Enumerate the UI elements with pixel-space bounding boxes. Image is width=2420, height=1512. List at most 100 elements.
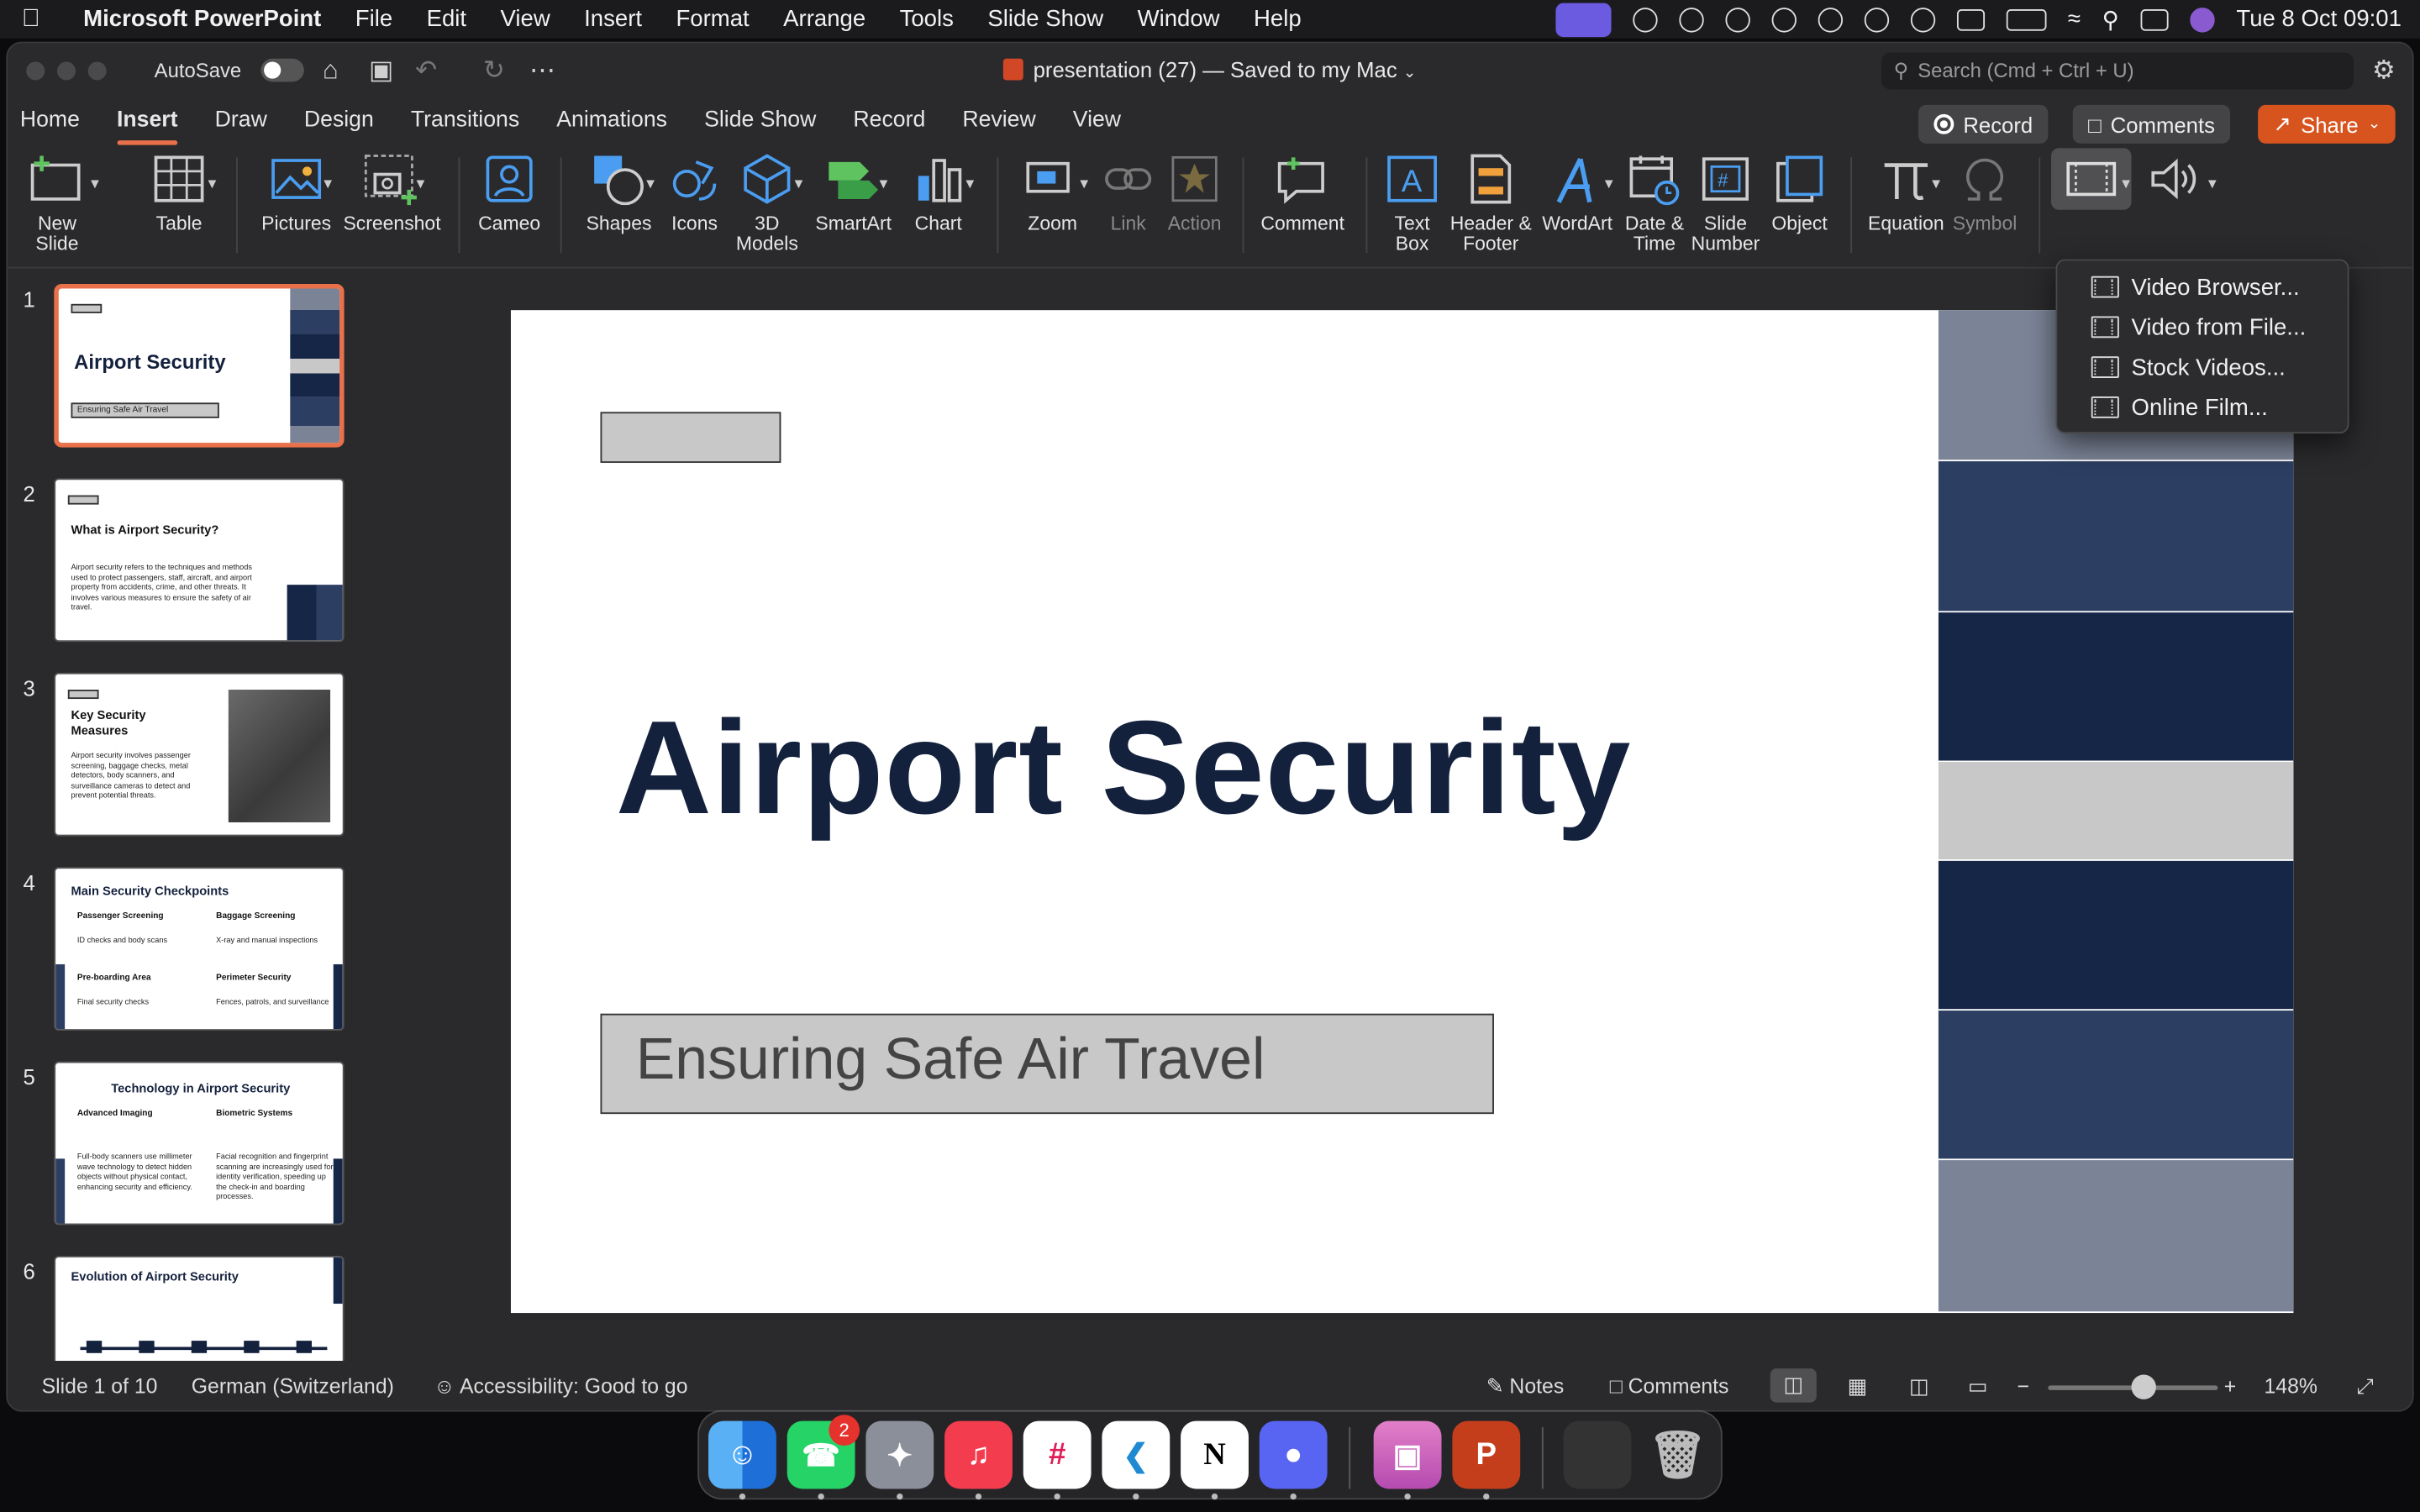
slide-thumbnails-panel[interactable]: 1 Airport Security Ensuring Safe Air Tra… bbox=[8, 271, 376, 1361]
text-box-button[interactable]: A Text Box bbox=[1378, 148, 1446, 255]
new-slide-button[interactable]: New Slide bbox=[17, 148, 97, 255]
menu-view[interactable]: View bbox=[483, 6, 567, 32]
discord-icon[interactable]: ● bbox=[1259, 1420, 1328, 1489]
tab-record[interactable]: Record bbox=[834, 99, 944, 145]
slide-subtitle[interactable]: Ensuring Safe Air Travel bbox=[636, 1027, 1265, 1094]
trash-icon[interactable]: 🗑 bbox=[1644, 1421, 1712, 1489]
accessibility-status[interactable]: ☺ Accessibility: Good to go bbox=[434, 1375, 687, 1399]
control-center-icon[interactable] bbox=[2140, 8, 2169, 30]
vpn-icon[interactable] bbox=[1910, 7, 1935, 32]
apple-menu-icon[interactable]:  bbox=[0, 5, 61, 33]
normal-view-icon[interactable]: ◫ bbox=[1770, 1368, 1817, 1403]
airpods-icon[interactable] bbox=[1818, 7, 1843, 32]
menu-online-film[interactable]: Online Film... bbox=[2057, 387, 2347, 428]
wifi-icon[interactable]: ≈ bbox=[2068, 6, 2081, 32]
audio-button[interactable] bbox=[2144, 148, 2205, 209]
chevron-down-icon[interactable]: ▼ bbox=[1929, 176, 1943, 191]
record-button[interactable]: Record bbox=[1918, 104, 2049, 144]
tab-view[interactable]: View bbox=[1055, 99, 1139, 145]
slide-sorter-icon[interactable]: ▦ bbox=[1848, 1375, 1867, 1399]
zoom-out-icon[interactable]: − bbox=[2018, 1375, 2029, 1399]
share-people-icon[interactable]: ⚙ bbox=[2372, 55, 2396, 87]
chevron-down-icon[interactable]: ▼ bbox=[88, 176, 102, 191]
thumbnail-slide-2[interactable]: What is Airport Security? Airport securi… bbox=[54, 478, 345, 643]
action-button[interactable]: Action bbox=[1159, 148, 1229, 234]
tab-insert[interactable]: Insert bbox=[98, 99, 197, 145]
screen-share-icon[interactable] bbox=[1555, 2, 1612, 37]
tab-home[interactable]: Home bbox=[8, 99, 98, 145]
chevron-down-icon[interactable]: ▼ bbox=[876, 176, 890, 191]
clock[interactable]: Tue 8 Oct 09:01 bbox=[2236, 6, 2402, 32]
notes-button[interactable]: ✎ Notes bbox=[1486, 1375, 1564, 1399]
current-slide[interactable]: Airport Security Ensuring Safe Air Trave… bbox=[510, 310, 2294, 1314]
slide-tag-placeholder[interactable] bbox=[600, 412, 781, 464]
thumbnail-slide-5[interactable]: Technology in Airport Security Advanced … bbox=[54, 1061, 345, 1226]
menu-edit[interactable]: Edit bbox=[409, 6, 483, 32]
notion-icon[interactable]: N bbox=[1181, 1420, 1249, 1489]
tab-animations[interactable]: Animations bbox=[538, 99, 686, 145]
symbol-button[interactable]: Symbol bbox=[1949, 148, 2020, 234]
tab-slide-show[interactable]: Slide Show bbox=[686, 99, 834, 145]
tab-transitions[interactable]: Transitions bbox=[392, 99, 538, 145]
chevron-down-icon[interactable]: ▼ bbox=[321, 176, 334, 191]
thumbnail-slide-6[interactable]: Evolution of Airport Security bbox=[54, 1256, 345, 1361]
search-input[interactable]: ⚲ Search (Cmd + Ctrl + U) bbox=[1881, 52, 2354, 90]
chevron-down-icon[interactable]: ▼ bbox=[963, 176, 976, 191]
creative-cloud-icon[interactable] bbox=[1632, 7, 1658, 32]
menu-file[interactable]: File bbox=[339, 6, 410, 32]
chevron-down-icon[interactable]: ▼ bbox=[2206, 176, 2219, 191]
chevron-down-icon[interactable]: ▼ bbox=[644, 176, 657, 191]
cameo-button[interactable]: Cameo bbox=[474, 148, 544, 234]
header-footer-button[interactable]: Header & Footer bbox=[1446, 148, 1536, 255]
date-time-button[interactable]: Date & Time bbox=[1619, 148, 1690, 255]
battery-icon[interactable] bbox=[2006, 8, 2047, 30]
tab-design[interactable]: Design bbox=[286, 99, 392, 145]
zoom-in-icon[interactable]: + bbox=[2224, 1375, 2236, 1399]
language[interactable]: German (Switzerland) bbox=[192, 1375, 394, 1399]
thumbnail-slide-1[interactable]: Airport Security Ensuring Safe Air Trave… bbox=[54, 283, 345, 448]
menu-slide-show[interactable]: Slide Show bbox=[971, 6, 1120, 32]
3d-models-button[interactable]: 3D Models bbox=[727, 148, 808, 255]
cleanmymac-icon[interactable]: ▣ bbox=[1373, 1420, 1442, 1489]
zoom-level[interactable]: 148% bbox=[2264, 1375, 2317, 1399]
slide-number-button[interactable]: # Slide Number bbox=[1690, 148, 1760, 255]
music-icon[interactable]: ♫ bbox=[944, 1420, 1013, 1489]
photo-app-icon[interactable]: ✦ bbox=[865, 1420, 934, 1489]
comments-button[interactable]: □ Comments bbox=[2072, 104, 2231, 144]
presenter-view-icon[interactable]: ▭ bbox=[1968, 1375, 1987, 1399]
slack-icon[interactable]: # bbox=[1023, 1420, 1092, 1489]
tab-review[interactable]: Review bbox=[944, 99, 1054, 145]
chevron-down-icon[interactable]: ▼ bbox=[413, 176, 427, 191]
play-icon[interactable] bbox=[1864, 7, 1889, 32]
chevron-down-icon[interactable]: ▼ bbox=[205, 176, 218, 191]
slide-position[interactable]: Slide 1 of 10 bbox=[42, 1375, 158, 1399]
comment-button[interactable]: Comment bbox=[1258, 148, 1348, 234]
menu-video-from-file[interactable]: Video from File... bbox=[2057, 307, 2347, 348]
chevron-down-icon[interactable]: ▼ bbox=[792, 176, 805, 191]
app-menu[interactable]: Microsoft PowerPoint bbox=[61, 6, 338, 32]
moon-icon[interactable] bbox=[1771, 7, 1797, 32]
link-button[interactable]: Link bbox=[1097, 148, 1159, 234]
menu-video-browser[interactable]: Video Browser... bbox=[2057, 267, 2347, 307]
icons-button[interactable]: Icons bbox=[662, 148, 727, 234]
menu-help[interactable]: Help bbox=[1237, 6, 1318, 32]
tab-draw[interactable]: Draw bbox=[197, 99, 286, 145]
zoom-slider-handle[interactable] bbox=[2131, 1374, 2156, 1399]
menu-tools[interactable]: Tools bbox=[882, 6, 971, 32]
vscode-icon[interactable]: ❮ bbox=[1102, 1420, 1171, 1489]
share-button[interactable]: ↗ Share ⌄ bbox=[2258, 104, 2396, 144]
keyboard-icon[interactable] bbox=[1956, 8, 1985, 30]
menu-stock-videos[interactable]: Stock Videos... bbox=[2057, 347, 2347, 387]
status-comments-button[interactable]: □ Comments bbox=[1610, 1375, 1729, 1399]
menu-arrange[interactable]: Arrange bbox=[766, 6, 882, 32]
slide-title[interactable]: Airport Security bbox=[616, 693, 1631, 846]
thumbnail-slide-4[interactable]: Main Security Checkpoints Passenger Scre… bbox=[54, 867, 345, 1031]
status-app-icon[interactable] bbox=[1678, 7, 1704, 32]
menu-format[interactable]: Format bbox=[659, 6, 766, 32]
siri-icon[interactable] bbox=[2190, 7, 2215, 32]
chevron-down-icon[interactable]: ▼ bbox=[1077, 176, 1091, 191]
powerpoint-icon[interactable]: P bbox=[1452, 1420, 1521, 1489]
finder-icon[interactable]: ☺ bbox=[708, 1420, 776, 1489]
thumbnail-slide-3[interactable]: Key Security Measures Airport security i… bbox=[54, 672, 345, 837]
spotlight-icon[interactable]: ⚲ bbox=[2102, 5, 2119, 33]
